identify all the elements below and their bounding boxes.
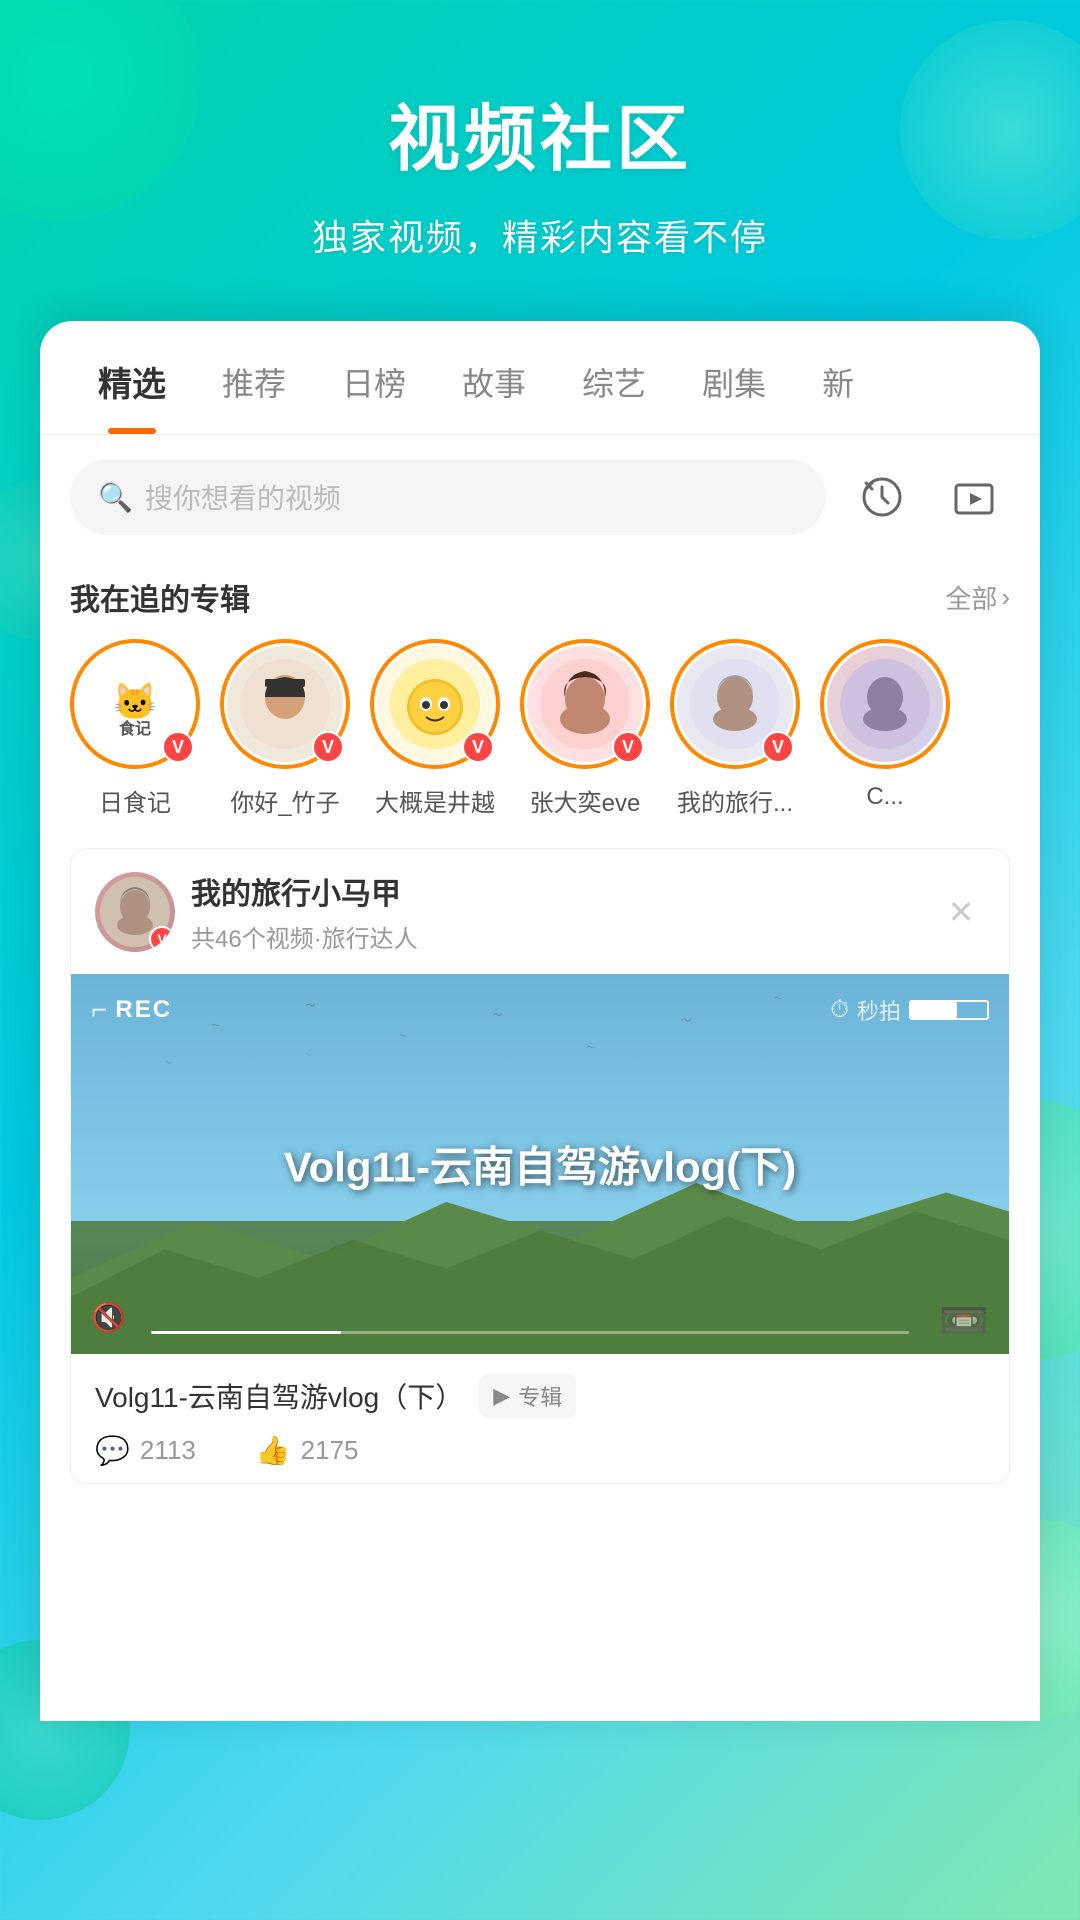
play-icon: ▶ [493,1383,510,1409]
featured-channel-name: 我的旅行小马甲 [191,869,921,913]
featured-close-button[interactable]: ✕ [937,888,985,936]
subscriptions-title: 我在追的专辑 [70,575,250,619]
like-count-value: 2175 [301,1435,359,1466]
sub-item-label: 大概是井越 [375,783,495,818]
list-item[interactable]: C... [820,639,950,818]
video-info: Volg11-云南自驾游vlog（下） ▶ 专辑 💬 2113 👍 2175 [71,1354,1009,1483]
album-tag[interactable]: ▶ 专辑 [479,1374,576,1418]
tab-gushi[interactable]: 故事 [434,323,554,433]
video-title: Volg11-云南自驾游vlog（下） [95,1376,463,1416]
search-placeholder-text: 搜你想看的视频 [145,477,341,517]
bird: 〜 [493,1008,502,1021]
avatar: V [220,639,350,769]
main-card: 精选 推荐 日榜 故事 综艺 剧集 新 🔍 搜你想看的视频 [40,321,1040,1721]
avatar: 🐱 食记 V [70,639,200,769]
bird: 〜 [165,1058,172,1068]
history-button[interactable] [846,461,918,533]
search-icon: 🔍 [98,481,133,514]
list-item[interactable]: V 你好_竹子 [220,639,350,818]
tab-zongyi[interactable]: 综艺 [554,323,674,433]
sub-item-label: 你好_竹子 [230,783,339,818]
bird: 〜 [775,993,783,1004]
sub-item-label: 日食记 [99,783,171,818]
svg-text:🐱: 🐱 [113,681,158,722]
search-bar[interactable]: 🔍 搜你想看的视频 [70,459,826,535]
subscriptions-header: 我在追的专辑 全部 › [40,559,1040,639]
page-title: 视频社区 [40,80,1040,185]
verified-badge: V [312,731,344,763]
tab-ribang[interactable]: 日榜 [314,323,434,433]
tab-juji[interactable]: 剧集 [674,323,794,433]
comment-icon: 💬 [95,1434,130,1467]
avatar: V [370,639,500,769]
list-item[interactable]: V 张大奕eve [520,639,650,818]
bird: 〜 [212,1020,220,1031]
like-icon: 👍 [256,1434,291,1467]
cassette-icon: 📼 [939,1297,989,1344]
sub-item-label: 我的旅行... [677,783,793,818]
video-folder-button[interactable] [938,461,1010,533]
video-progress-bar[interactable] [151,1331,909,1334]
featured-channel-badge: V [149,926,175,952]
subscriptions-list: 🐱 食记 V 日食记 V [40,639,1040,848]
svg-text:食记: 食记 [118,719,151,738]
avatar [820,639,950,769]
tab-xin[interactable]: 新 [794,323,882,433]
video-stats: 💬 2113 👍 2175 [95,1434,985,1467]
avatar: V [520,639,650,769]
list-item[interactable]: 🐱 食记 V 日食记 [70,639,200,818]
like-count: 👍 2175 [256,1434,359,1467]
comment-count-value: 2113 [140,1435,196,1466]
subscriptions-more[interactable]: 全部 › [945,579,1010,616]
featured-content-card: V 我的旅行小马甲 共46个视频·旅行达人 ✕ 〜 〜 〜 〜 〜 〜 〜 [70,848,1010,1484]
comment-count: 💬 2113 [95,1434,196,1467]
list-item[interactable]: V 大概是井越 [370,639,500,818]
video-timer: ⏱ 秒拍 [830,994,989,1026]
header: 视频社区 独家视频，精彩内容看不停 [0,0,1080,321]
featured-header: V 我的旅行小马甲 共46个视频·旅行达人 ✕ [71,849,1009,974]
mute-button[interactable]: 🔇 [91,1301,126,1334]
featured-channel-avatar: V [95,872,175,952]
verified-badge: V [162,731,194,763]
bird: 〜 [306,997,316,1012]
bird: 〜 [399,1031,406,1041]
verified-badge: V [462,731,494,763]
sub-item-label: C... [866,783,903,811]
tab-tuijian[interactable]: 推荐 [194,323,314,433]
video-thumbnail[interactable]: 〜 〜 〜 〜 〜 〜 〜 〜 〜 〜 ⌐ REC ⏱ 秒拍 [71,974,1009,1354]
tab-jingxuan[interactable]: 精选 [70,321,194,434]
verified-badge: V [762,731,794,763]
bird: 〜 [681,1012,692,1028]
avatar: V [670,639,800,769]
bird: 〜 [587,1042,595,1053]
sub-item-label: 张大奕eve [530,783,641,818]
rec-indicator: ⌐ REC [91,994,172,1026]
page-subtitle: 独家视频，精彩内容看不停 [40,209,1040,261]
list-item[interactable]: V 我的旅行... [670,639,800,818]
verified-badge: V [612,731,644,763]
video-overlay-title: Volg11-云南自驾游vlog(下) [71,1134,1009,1195]
tabs-bar: 精选 推荐 日榜 故事 综艺 剧集 新 [40,321,1040,435]
search-section: 🔍 搜你想看的视频 [40,435,1040,559]
album-label: 专辑 [518,1380,562,1412]
featured-channel-meta: 共46个视频·旅行达人 [191,919,921,954]
bird: 〜 [306,1050,312,1059]
